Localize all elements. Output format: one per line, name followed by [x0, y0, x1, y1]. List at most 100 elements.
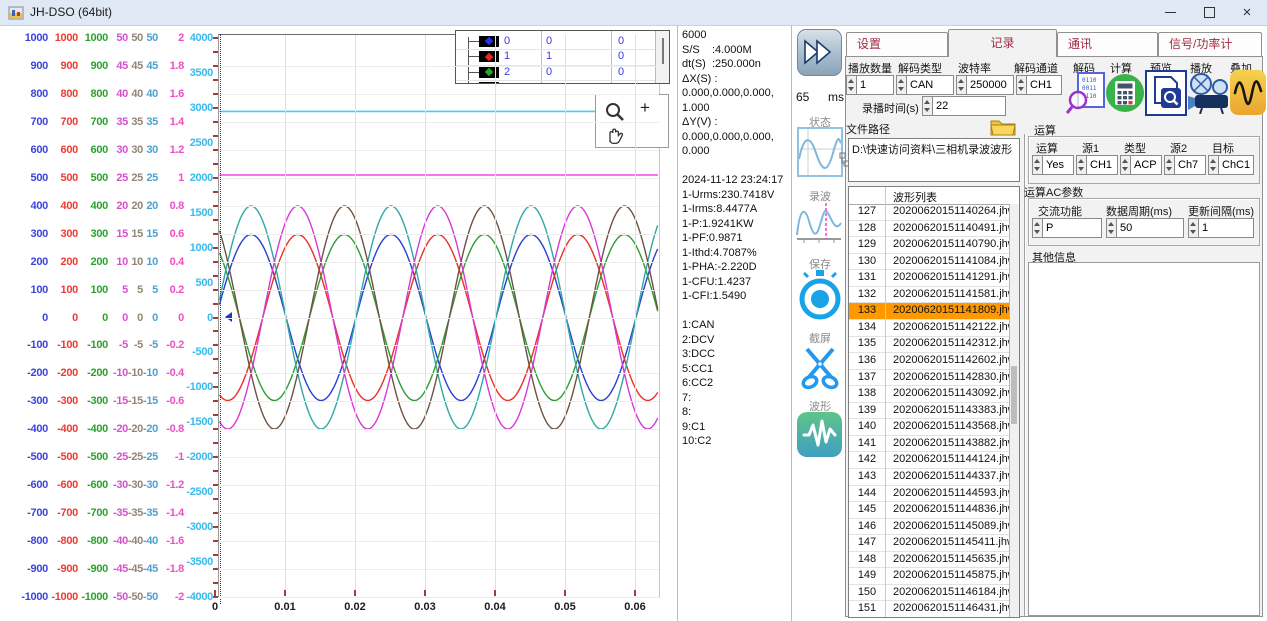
tab-communication[interactable]: 通讯 [1057, 32, 1158, 56]
spinner[interactable] [1188, 218, 1198, 238]
file-table-scrollbar[interactable] [1009, 204, 1019, 617]
zoom-icon[interactable] [604, 101, 626, 123]
file-row[interactable]: 13620200620151142602.jhw [849, 353, 1011, 370]
tab-settings[interactable]: 设置 [846, 32, 948, 56]
file-row[interactable]: 15120200620151146431.jhw [849, 601, 1011, 618]
file-row-number: 150 [849, 586, 885, 598]
file-row[interactable]: 12920200620151140790.jhw [849, 237, 1011, 254]
spinner[interactable] [846, 75, 856, 95]
file-row[interactable]: 14520200620151144836.jhw [849, 502, 1011, 519]
file-row[interactable]: 14320200620151144337.jhw [849, 469, 1011, 486]
spinner[interactable] [896, 75, 906, 95]
record-time-input[interactable]: 22 [932, 96, 1006, 116]
spinner[interactable] [922, 96, 932, 116]
waveform-button[interactable] [797, 412, 842, 457]
playback-count-field[interactable]: 1 [846, 75, 894, 95]
record-wave-button[interactable] [796, 201, 842, 246]
file-row[interactable]: 13520200620151142312.jhw [849, 336, 1011, 353]
info-line: 8: [682, 406, 792, 418]
spinner[interactable] [1208, 155, 1218, 175]
op-enable-input[interactable]: Yes [1042, 155, 1074, 175]
decode-channel-input[interactable]: CH1 [1026, 75, 1062, 95]
record-time-field[interactable]: 22 [922, 96, 1006, 116]
legend-scrollbar-thumb[interactable] [662, 38, 664, 64]
spinner[interactable] [1076, 155, 1086, 175]
y-axis-label: 2000 [157, 172, 213, 185]
file-row[interactable]: 13220200620151141581.jhw [849, 287, 1011, 304]
spinner[interactable] [1120, 155, 1130, 175]
file-row[interactable]: 12720200620151140264.jhw [849, 204, 1011, 221]
file-path-box[interactable]: D:\快速访问资料\三相机录波波形 [848, 138, 1020, 182]
ac-interval-input[interactable]: 1 [1198, 218, 1254, 238]
file-row[interactable]: 14120200620151143882.jhw [849, 436, 1011, 453]
baud-rate-field[interactable]: 250000 [956, 75, 1014, 95]
file-row[interactable]: 13720200620151142830.jhw [849, 370, 1011, 387]
overlay-button[interactable] [1230, 70, 1266, 115]
file-row[interactable]: 14720200620151145411.jhw [849, 535, 1011, 552]
legend-row[interactable]: 110 [456, 49, 669, 66]
file-row[interactable]: 13120200620151141291.jhw [849, 270, 1011, 287]
file-row[interactable]: 13920200620151143383.jhw [849, 403, 1011, 420]
playback-count-input[interactable]: 1 [856, 75, 894, 95]
spinner[interactable] [1032, 155, 1042, 175]
ac-func-input[interactable]: P [1042, 218, 1102, 238]
file-row[interactable]: 14820200620151145635.jhw [849, 552, 1011, 569]
decode-type-field[interactable]: CAN [896, 75, 954, 95]
file-row[interactable]: 14620200620151145089.jhw [849, 519, 1011, 536]
calculate-button[interactable] [1105, 72, 1145, 114]
file-row[interactable]: 14220200620151144124.jhw [849, 452, 1011, 469]
browse-folder-button[interactable] [988, 115, 1018, 137]
file-row-selected[interactable]: 13320200620151141809.jhw [849, 303, 1011, 320]
play-button[interactable] [1188, 72, 1230, 114]
file-table-scrollbar-thumb[interactable] [1011, 366, 1017, 424]
file-row[interactable]: 13420200620151142122.jhw [849, 320, 1011, 337]
file-row[interactable]: 12820200620151140491.jhw [849, 221, 1011, 238]
legend-row[interactable] [456, 80, 669, 84]
op-source2-field[interactable]: Ch7 [1164, 155, 1206, 175]
file-row[interactable]: 14020200620151143568.jhw [849, 419, 1011, 436]
op-source2-input[interactable]: Ch7 [1174, 155, 1206, 175]
op-target-input[interactable]: ChC1 [1218, 155, 1254, 175]
zoom-in-icon[interactable]: + [640, 98, 650, 118]
legend-scrollbar[interactable] [655, 31, 669, 83]
op-enable-field[interactable]: Yes [1032, 155, 1074, 175]
screenshot-button[interactable] [799, 345, 841, 391]
decode-type-input[interactable]: CAN [906, 75, 954, 95]
ac-func-field[interactable]: P [1032, 218, 1102, 238]
tab-signal-power[interactable]: 信号/功率计 [1158, 32, 1262, 56]
ac-period-field[interactable]: 50 [1106, 218, 1184, 238]
file-row[interactable]: 13020200620151141084.jhw [849, 254, 1011, 271]
op-source1-input[interactable]: CH1 [1086, 155, 1118, 175]
spinner[interactable] [1106, 218, 1116, 238]
waveform-file-table[interactable]: 波形列表 12720200620151140264.jhw12820200620… [848, 186, 1020, 618]
file-row-number: 144 [849, 487, 885, 499]
baud-rate-input[interactable]: 250000 [966, 75, 1014, 95]
ac-period-input[interactable]: 50 [1116, 218, 1184, 238]
decode-button[interactable]: 011000110110 [1066, 72, 1106, 114]
spinner[interactable] [1164, 155, 1174, 175]
spinner[interactable] [1032, 218, 1042, 238]
y-axis-tick [213, 303, 218, 305]
status-button[interactable] [797, 127, 843, 177]
spinner[interactable] [1016, 75, 1026, 95]
pan-hand-icon[interactable] [604, 123, 626, 145]
file-row[interactable]: 14420200620151144593.jhw [849, 486, 1011, 503]
legend-row[interactable]: 200 [456, 65, 669, 82]
legend-row[interactable]: 000 [456, 34, 669, 51]
spinner[interactable] [956, 75, 966, 95]
op-source1-field[interactable]: CH1 [1076, 155, 1118, 175]
ac-interval-field[interactable]: 1 [1188, 218, 1254, 238]
op-target-field[interactable]: ChC1 [1208, 155, 1254, 175]
decode-channel-field[interactable]: CH1 [1016, 75, 1062, 95]
op-type-input[interactable]: ACP [1130, 155, 1162, 175]
file-row[interactable]: 13820200620151143092.jhw [849, 386, 1011, 403]
file-row-number: 146 [849, 520, 885, 532]
tab-record[interactable]: 记录 [948, 29, 1057, 57]
trace-legend[interactable]: 000110200 [455, 30, 670, 84]
save-button[interactable] [799, 270, 841, 322]
file-row[interactable]: 15020200620151146184.jhw [849, 585, 1011, 602]
preview-button[interactable] [1145, 70, 1187, 116]
file-row[interactable]: 14920200620151145875.jhw [849, 568, 1011, 585]
op-type-field[interactable]: ACP [1120, 155, 1162, 175]
fast-forward-button[interactable] [797, 29, 842, 76]
